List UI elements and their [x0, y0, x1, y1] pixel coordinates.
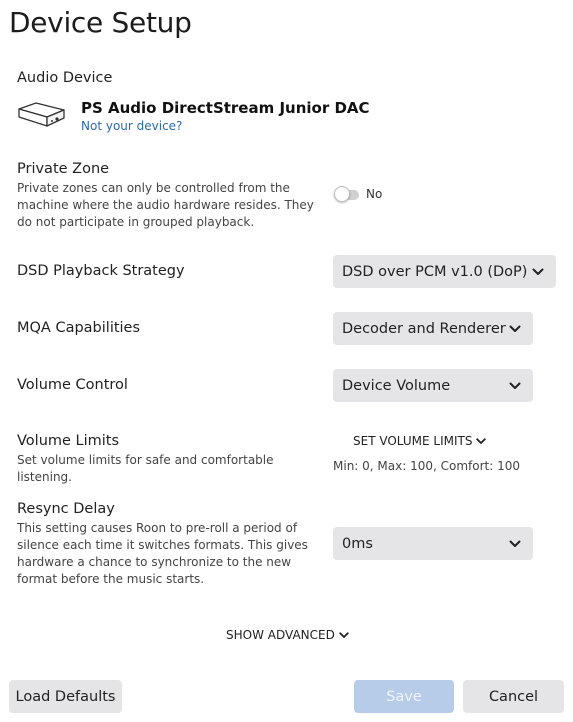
chevron-down-icon: [528, 262, 548, 282]
volume-limits-description: Set volume limits for safe and comfortab…: [17, 453, 274, 484]
private-zone-toggle[interactable]: [334, 186, 361, 202]
resync-delay-label: Resync Delay: [17, 501, 115, 517]
dsd-playback-select[interactable]: DSD over PCM v1.0 (DoP): [333, 255, 556, 288]
save-button[interactable]: Save: [354, 680, 454, 713]
show-advanced-label: SHOW ADVANCED: [226, 628, 335, 642]
mqa-capabilities-label: MQA Capabilities: [17, 320, 141, 336]
page-title: Device Setup: [9, 6, 192, 39]
chevron-down-icon: [339, 631, 349, 638]
private-zone-label: Private Zone: [17, 161, 110, 177]
not-your-device-link[interactable]: Not your device?: [81, 119, 182, 133]
dac-device-icon: [16, 100, 68, 134]
volume-control-select[interactable]: Device Volume: [333, 369, 533, 402]
resync-delay-value: 0ms: [342, 535, 373, 552]
resync-delay-select[interactable]: 0ms: [333, 527, 533, 560]
private-zone-description: Private zones can only be controlled fro…: [17, 181, 314, 229]
dsd-playback-label: DSD Playback Strategy: [17, 263, 185, 279]
device-name: PS Audio DirectStream Junior DAC: [81, 99, 370, 117]
chevron-down-icon: [476, 437, 487, 444]
set-volume-limits-button[interactable]: SET VOLUME LIMITS: [353, 434, 487, 448]
volume-limits-summary: Min: 0, Max: 100, Comfort: 100: [333, 459, 520, 473]
dsd-playback-value: DSD over PCM v1.0 (DoP): [342, 263, 528, 280]
audio-device-label: Audio Device: [17, 70, 113, 86]
chevron-down-icon: [505, 376, 525, 396]
set-volume-limits-label: SET VOLUME LIMITS: [353, 434, 473, 448]
cancel-button[interactable]: Cancel: [463, 680, 564, 713]
toggle-knob: [334, 186, 350, 202]
chevron-down-icon: [506, 319, 525, 339]
load-defaults-button[interactable]: Load Defaults: [9, 680, 122, 713]
chevron-down-icon: [505, 534, 525, 554]
volume-control-value: Device Volume: [342, 377, 451, 394]
volume-limits-label: Volume Limits: [17, 433, 120, 449]
mqa-capabilities-select[interactable]: Decoder and Renderer: [333, 312, 533, 345]
show-advanced-button[interactable]: SHOW ADVANCED: [226, 628, 349, 642]
volume-control-label: Volume Control: [17, 377, 128, 393]
resync-delay-description: This setting causes Roon to pre-roll a p…: [17, 521, 308, 586]
mqa-capabilities-value: Decoder and Renderer: [342, 320, 506, 337]
private-zone-toggle-text: No: [366, 187, 383, 201]
